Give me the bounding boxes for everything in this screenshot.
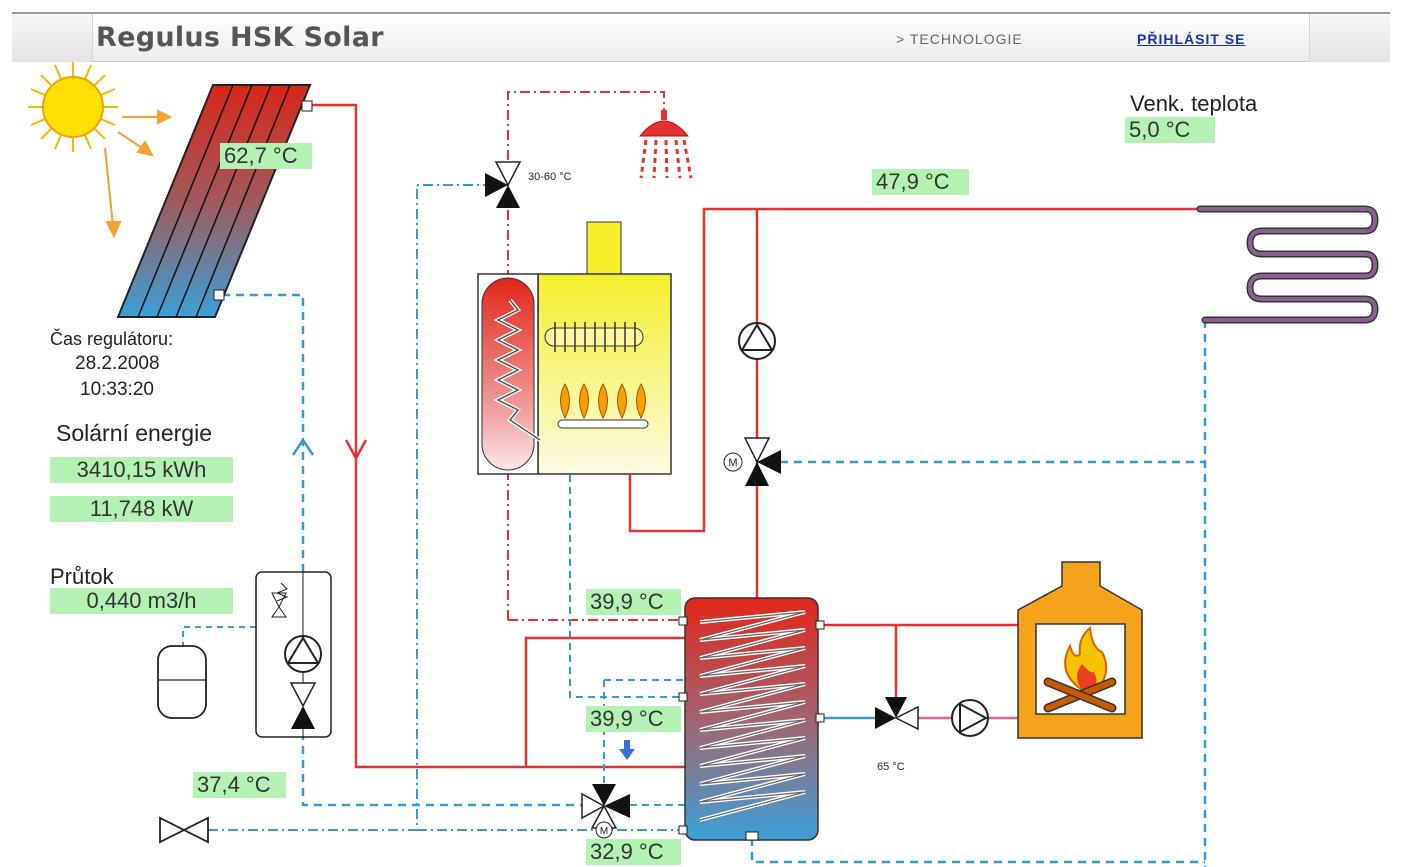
gas-boiler bbox=[477, 221, 672, 475]
pipe-cold-inlet bbox=[208, 184, 488, 831]
flow-arrow-icon bbox=[619, 740, 635, 760]
collector-temp-value: 62,7 °C bbox=[220, 143, 312, 169]
solar-pump-station bbox=[255, 571, 332, 738]
fireplace-valve-icon bbox=[875, 697, 919, 731]
expansion-vessel-icon bbox=[157, 645, 207, 719]
solar-power-value: 11,748 kW bbox=[50, 496, 233, 522]
solar-energy-label: Solární energie bbox=[56, 420, 212, 446]
pipe-boiler-cold bbox=[569, 475, 685, 698]
svg-text:M: M bbox=[600, 826, 608, 837]
flow-label: Průtok bbox=[50, 564, 114, 589]
controller-time-label: Čas regulátoru: bbox=[50, 329, 174, 349]
svg-text:M: M bbox=[728, 457, 737, 469]
flow-value: 0,440 m3/h bbox=[50, 588, 233, 614]
dhw-valve-range-label: 30-60 °C bbox=[528, 171, 572, 183]
controller-date: 28.2.2008 bbox=[75, 353, 160, 374]
solar-energy-value: 3410,15 kWh bbox=[50, 457, 233, 483]
outdoor-temp-label: Venk. teplota bbox=[1130, 91, 1258, 116]
cold-inlet-valve-icon bbox=[159, 816, 209, 844]
return-temp-value: 37,4 °C bbox=[193, 772, 286, 798]
controller-time: 10:33:20 bbox=[80, 379, 154, 400]
sun-icon bbox=[28, 62, 118, 152]
fireplace-valve-temp-label: 65 °C bbox=[877, 761, 905, 773]
shower-icon bbox=[638, 110, 693, 179]
heating-supply-temp-value: 47,9 °C bbox=[872, 169, 969, 195]
heating-pump-icon bbox=[738, 322, 776, 360]
outdoor-temp-value: 5,0 °C bbox=[1125, 117, 1215, 143]
storage-tank bbox=[678, 597, 825, 841]
tank-mid-temp-value: 39,9 °C bbox=[586, 706, 681, 732]
tank-top-temp-value: 39,9 °C bbox=[586, 589, 681, 615]
heating-mixing-valve-icon: M bbox=[723, 437, 781, 486]
pipe-tank-left-loop bbox=[524, 636, 685, 767]
fireplace-pump-icon bbox=[951, 699, 989, 737]
fireplace-icon bbox=[1017, 561, 1143, 739]
pipe-tank-bottom-return bbox=[750, 838, 1205, 864]
dhw-mixing-valve-icon bbox=[485, 161, 522, 208]
pipe-heating-supply bbox=[628, 207, 1205, 600]
tank-bottom-temp-value: 32,9 °C bbox=[586, 839, 681, 865]
solar-collector bbox=[116, 84, 313, 318]
floor-heating-coil bbox=[1196, 205, 1379, 324]
